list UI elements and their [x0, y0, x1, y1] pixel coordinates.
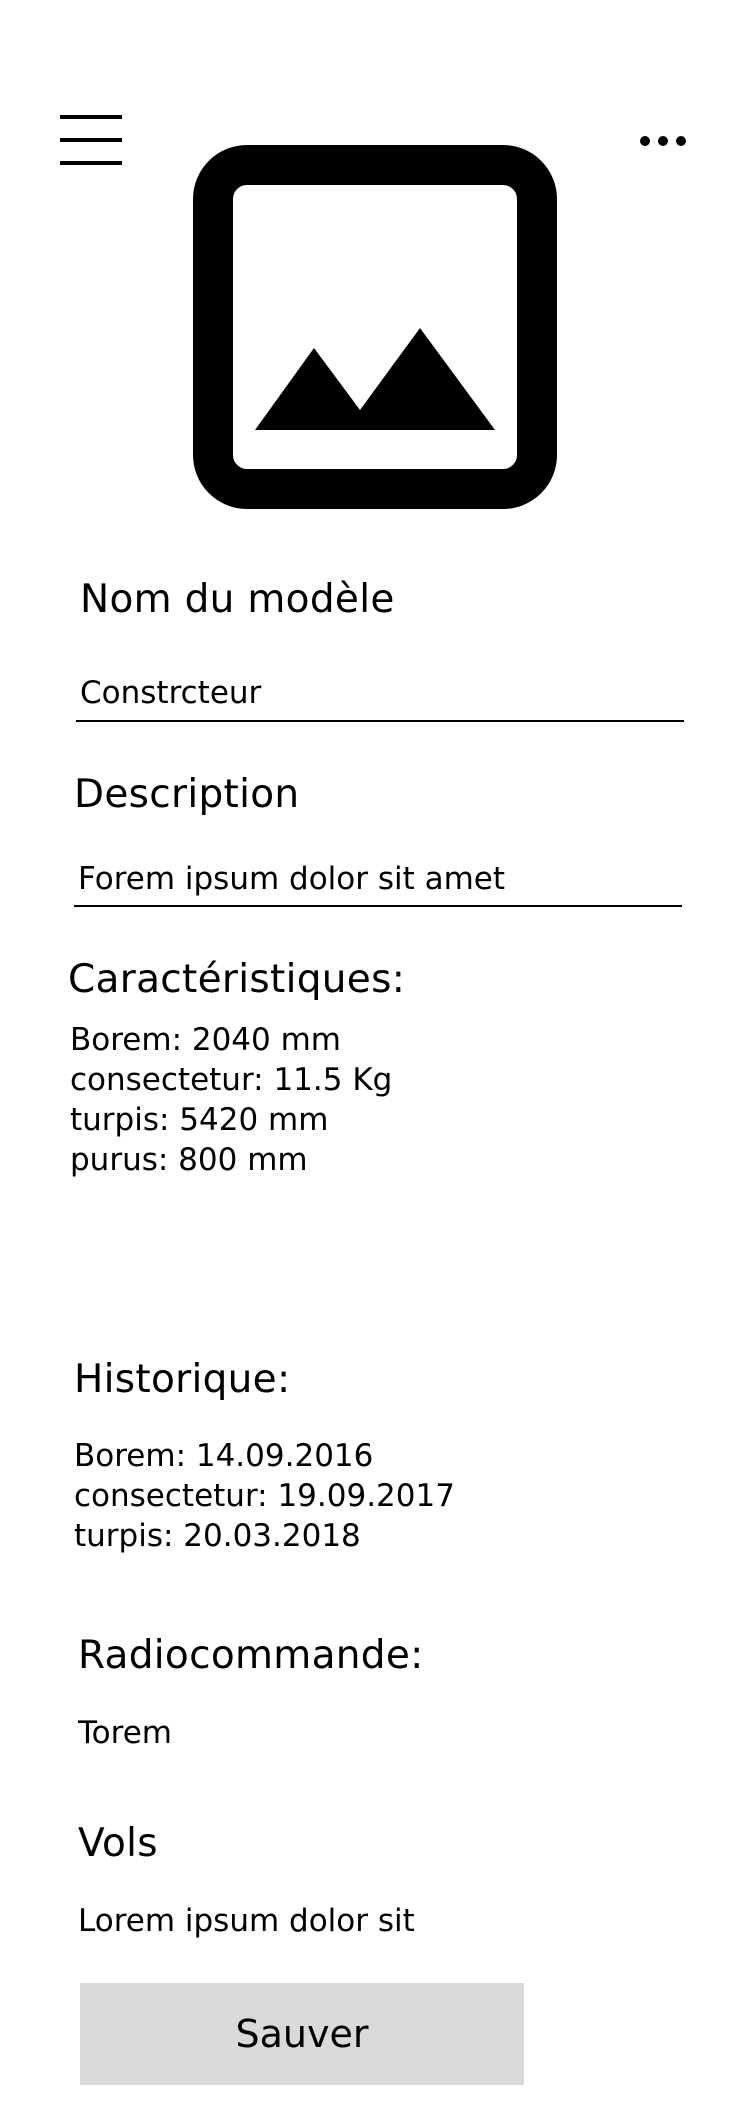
- flights-value: Lorem ipsum dolor sit: [78, 1903, 415, 1939]
- list-item: consectetur: 11.5 Kg: [70, 1062, 393, 1098]
- list-item: Borem: 2040 mm: [70, 1022, 342, 1058]
- radio-control-value: Torem: [78, 1715, 172, 1751]
- history-list: Borem: 14.09.2016 consectetur: 19.09.201…: [74, 1436, 455, 1556]
- save-button[interactable]: Sauver: [80, 1983, 524, 2085]
- characteristics-list: Borem: 2040 mm consectetur: 11.5 Kg turp…: [70, 1020, 392, 1180]
- radio-control-title: Radiocommande:: [78, 1633, 424, 1678]
- more-options-icon[interactable]: [640, 130, 688, 152]
- hamburger-menu-icon[interactable]: [60, 115, 122, 165]
- manufacturer-field[interactable]: Constrcteur: [80, 678, 261, 709]
- manufacturer-field-underline: [76, 720, 684, 722]
- list-item: consectetur: 19.09.2017: [74, 1478, 455, 1514]
- flights-title: Vols: [78, 1821, 158, 1866]
- description-label: Description: [74, 772, 300, 817]
- history-title: Historique:: [74, 1357, 291, 1402]
- image-placeholder-icon[interactable]: [193, 145, 557, 509]
- list-item: turpis: 5420 mm: [70, 1102, 329, 1138]
- model-name-label: Nom du modèle: [80, 577, 395, 622]
- list-item: turpis: 20.03.2018: [74, 1518, 361, 1554]
- description-field-underline: [74, 905, 682, 907]
- description-field[interactable]: Forem ipsum dolor sit amet: [78, 864, 505, 895]
- list-item: purus: 800 mm: [70, 1142, 308, 1178]
- list-item: Borem: 14.09.2016: [74, 1438, 374, 1474]
- characteristics-title: Caractéristiques:: [68, 957, 406, 1002]
